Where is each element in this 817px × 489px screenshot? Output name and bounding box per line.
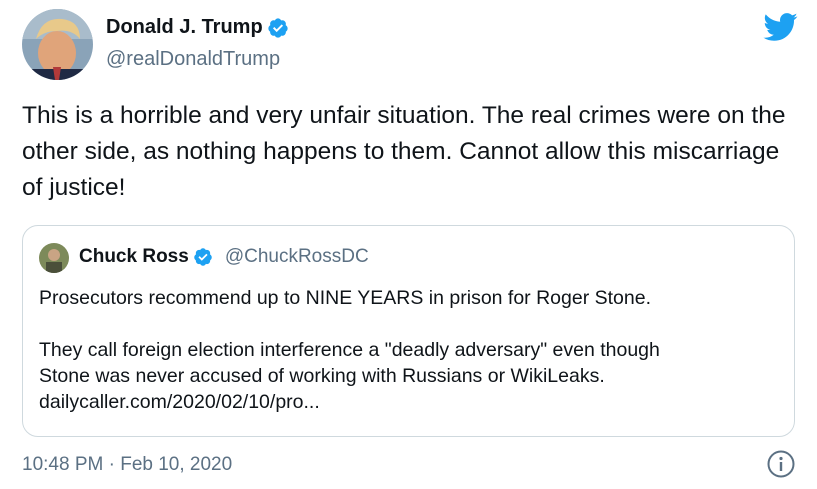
quoted-tweet[interactable]: Chuck Ross @ChuckRossDC Prosecutors reco… [22,225,795,437]
quoted-author-handle[interactable]: @ChuckRossDC [225,246,369,268]
quoted-author-name[interactable]: Chuck Ross [79,246,189,268]
quoted-header: Chuck Ross @ChuckRossDC [79,246,369,268]
verified-badge-icon [267,17,289,39]
author-handle[interactable]: @realDonaldTrump [106,48,280,71]
quoted-author-avatar[interactable] [39,243,69,273]
tweet-timestamp[interactable]: 10:48 PM · Feb 10, 2020 [22,454,232,476]
author-name-row: Donald J. Trump [106,16,289,39]
author-name[interactable]: Donald J. Trump [106,16,263,39]
twitter-bird-icon[interactable] [762,12,798,42]
quoted-paragraph-2: They call foreign election interference … [39,337,779,415]
quoted-tweet-text: Prosecutors recommend up to NINE YEARS i… [39,285,779,415]
quoted-paragraph-2-line-1: They call foreign election interference … [39,339,660,361]
tweet-text: This is a horrible and very unfair situa… [22,102,786,201]
info-icon[interactable] [767,450,795,478]
verified-badge-icon [193,247,213,267]
tweet-card: Donald J. Trump @realDonaldTrump This is… [0,0,817,489]
quoted-paragraph-1: Prosecutors recommend up to NINE YEARS i… [39,287,652,309]
author-avatar[interactable] [22,9,93,80]
quoted-paragraph-2-line-2: Stone was never accused of working with … [39,365,605,387]
quoted-link[interactable]: dailycaller.com/2020/02/10/pro... [39,391,320,413]
